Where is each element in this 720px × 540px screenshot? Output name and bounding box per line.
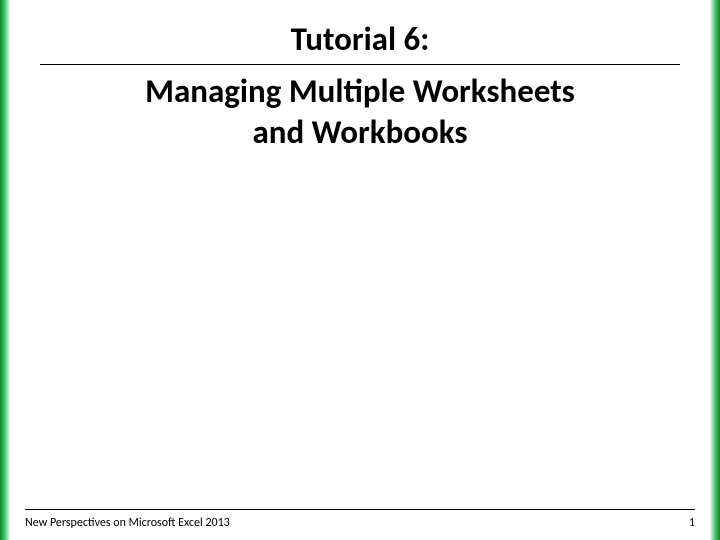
title-line-2: Managing Multiple Worksheets (40, 71, 680, 112)
title-divider (40, 64, 680, 65)
right-accent-bar (710, 0, 720, 540)
title-block: Tutorial 6: Managing Multiple Worksheets… (40, 20, 680, 153)
left-accent-bar (0, 0, 10, 540)
footer-text: New Perspectives on Microsoft Excel 2013 (25, 516, 230, 530)
title-line-3: and Workbooks (40, 112, 680, 153)
slide-content: Tutorial 6: Managing Multiple Worksheets… (10, 0, 710, 540)
title-line-1: Tutorial 6: (40, 20, 680, 64)
page-number: 1 (689, 516, 695, 530)
slide-footer: New Perspectives on Microsoft Excel 2013… (25, 509, 695, 530)
